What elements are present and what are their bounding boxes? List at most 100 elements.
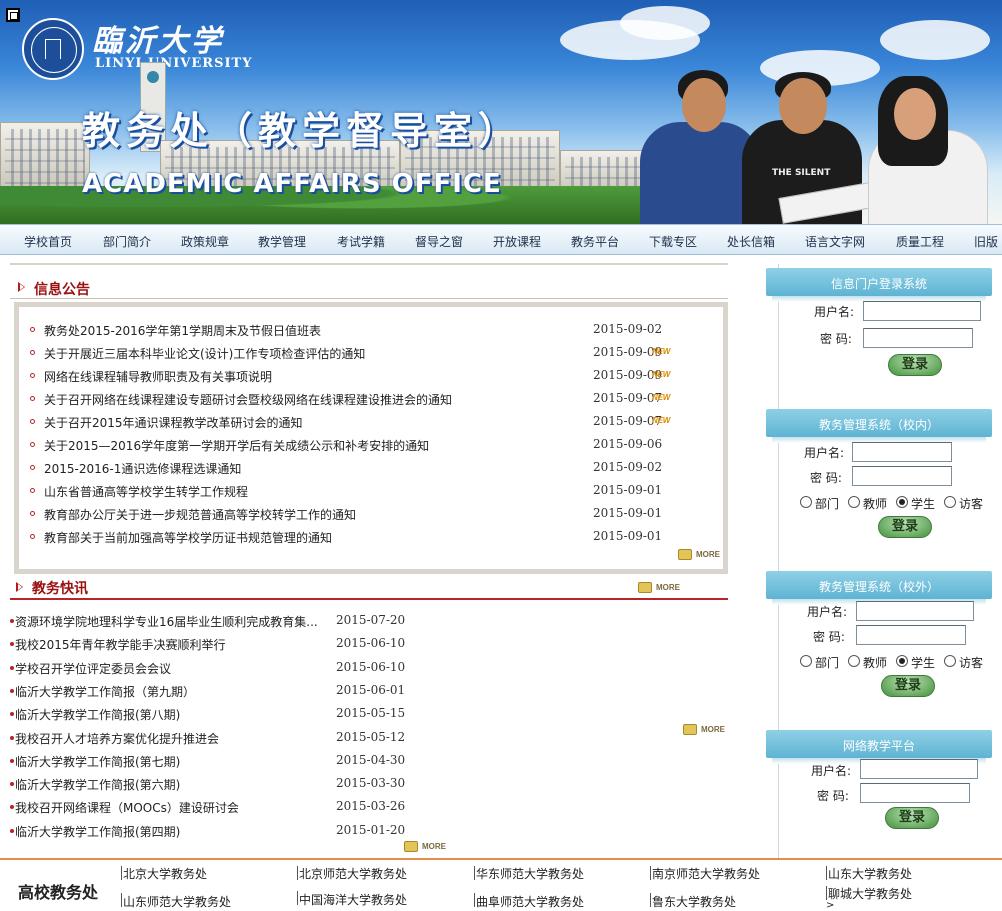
notice-title[interactable]: 关于召开网络在线课程建设专题研讨会暨校级网络在线课程建设推进会的通知	[44, 391, 452, 408]
new-badge-icon: NEW	[652, 416, 671, 425]
external-password-input[interactable]	[856, 625, 966, 645]
notice-title[interactable]: 教育部关于当前加强高等学校学历证书规范管理的通知	[44, 529, 332, 546]
notice-title[interactable]: 关于2015—2016学年度第一学期开学后有关成绩公示和补考安排的通知	[44, 437, 429, 454]
nav-item-quality-project[interactable]: 质量工程	[896, 233, 944, 250]
notice-item[interactable]: 教育部关于当前加强高等学校学历证书规范管理的通知 2015-09-01	[30, 529, 662, 547]
bullet-icon	[30, 488, 35, 493]
role-radio-student[interactable]	[896, 655, 908, 667]
notices-heading: 信息公告	[34, 282, 90, 298]
footer-link-sdu[interactable]: 山东大学教务处	[828, 865, 912, 882]
external-login-button[interactable]: 登录	[881, 675, 935, 697]
bullet-icon	[10, 642, 14, 646]
role-label: 学生	[911, 656, 936, 670]
news-title[interactable]: 我校2015年青年教学能手决赛顺利举行	[15, 636, 226, 653]
notice-title[interactable]: 网络在线课程辅导教师职责及有关事项说明	[44, 368, 272, 385]
footer-link-ldu[interactable]: 鲁东大学教务处	[652, 893, 736, 910]
notice-item[interactable]: 教务处2015-2016学年第1学期周末及节假日值班表 2015-09-02	[30, 322, 662, 340]
link-separator	[121, 866, 122, 880]
nav-item-open-courses[interactable]: 开放课程	[493, 233, 541, 250]
notice-item[interactable]: 关于开展近三届本科毕业论文(设计)工作专项检查评估的通知 2015-09-09 NE…	[30, 345, 670, 363]
footer-link-lcu[interactable]: 聊城大学教务处	[828, 885, 912, 902]
notice-item[interactable]: 山东省普通高等学校学生转学工作规程 2015-09-01	[30, 483, 662, 501]
notice-title[interactable]: 关于开展近三届本科毕业论文(设计)工作专项检查评估的通知	[44, 345, 365, 362]
notice-title[interactable]: 教育部办公厅关于进一步规范普通高等学校转学工作的通知	[44, 506, 356, 523]
portal-password-input[interactable]	[863, 328, 973, 348]
notice-item[interactable]: 教育部办公厅关于进一步规范普通高等学校转学工作的通知 2015-09-01	[30, 506, 662, 524]
internal-login-button[interactable]: 登录	[878, 516, 932, 538]
online-password-input[interactable]	[860, 783, 970, 803]
campus-building	[0, 122, 90, 192]
department-title-cn: 教务处（教学督导室）	[82, 109, 523, 153]
internal-username-input[interactable]	[852, 442, 952, 462]
footer-link-pku[interactable]: 北京大学教务处	[123, 865, 207, 882]
role-radio-teacher[interactable]	[848, 496, 860, 508]
nav-item-supervision[interactable]: 督导之窗	[415, 233, 463, 250]
footer-link-bnu[interactable]: 北京师范大学教务处	[299, 865, 407, 882]
news-title[interactable]: 我校召开网络课程（MOOCs）建设研讨会	[15, 799, 239, 816]
news-item[interactable]: 临沂大学教学工作简报（第九期） 2015-06-01	[10, 683, 410, 701]
notice-item[interactable]: 关于2015—2016学年度第一学期开学后有关成绩公示和补考安排的通知 2015-…	[30, 437, 662, 455]
nav-item-language-site[interactable]: 语言文字网	[805, 233, 865, 250]
role-radio-visitor[interactable]	[944, 496, 956, 508]
notice-date: 2015-09-01	[593, 529, 663, 543]
news-title[interactable]: 临沂大学教学工作简报(第六期)	[15, 776, 180, 793]
news-title[interactable]: 学校召开学位评定委员会会议	[15, 660, 171, 677]
footer-link-ecnu[interactable]: 华东师范大学教务处	[476, 865, 584, 882]
notice-title[interactable]: 教务处2015-2016学年第1学期周末及节假日值班表	[44, 322, 321, 339]
notice-item[interactable]: 关于召开网络在线课程建设专题研讨会暨校级网络在线课程建设推进会的通知 2015-0…	[30, 391, 670, 409]
news-title[interactable]: 临沂大学教学工作简报(第八期)	[15, 706, 180, 723]
nav-item-home[interactable]: 学校首页	[24, 233, 72, 250]
news-item[interactable]: 我校2015年青年教学能手决赛顺利举行 2015-06-10	[10, 636, 410, 654]
news-item[interactable]: 我校召开网络课程（MOOCs）建设研讨会 2015-03-26	[10, 799, 410, 817]
notice-title[interactable]: 2015-2016-1通识选修课程选课通知	[44, 460, 241, 477]
external-username-input[interactable]	[856, 601, 974, 621]
notice-title[interactable]: 关于召开2015年通识课程教学改革研讨会的通知	[44, 414, 303, 431]
nav-item-exams-records[interactable]: 考试学籍	[337, 233, 385, 250]
online-username-input[interactable]	[860, 759, 978, 779]
news-title[interactable]: 我校召开人才培养方案优化提升推进会	[15, 730, 219, 747]
portal-login-button[interactable]: 登录	[888, 354, 942, 376]
news-item[interactable]: 临沂大学教学工作简报(第七期) 2015-04-30	[10, 753, 410, 771]
nav-item-policies[interactable]: 政策规章	[181, 233, 229, 250]
nav-item-about[interactable]: 部门简介	[103, 233, 151, 250]
news-item[interactable]: 临沂大学教学工作简报(第八期) 2015-05-15	[10, 706, 410, 724]
notice-item[interactable]: 2015-2016-1通识选修课程选课通知 2015-09-02	[30, 460, 662, 478]
news-item[interactable]: 资源环境学院地理科学专业16届毕业生顺利完成教育集... 2015-07-20	[10, 613, 410, 631]
role-radio-department[interactable]	[800, 655, 812, 667]
online-login-button[interactable]: 登录	[885, 807, 939, 829]
notice-item[interactable]: 关于召开2015年通识课程教学改革研讨会的通知 2015-09-07 NEW	[30, 414, 670, 432]
news-date: 2015-03-30	[336, 776, 406, 790]
nav-item-downloads[interactable]: 下载专区	[649, 233, 697, 250]
portal-username-input[interactable]	[863, 301, 981, 321]
role-radio-student[interactable]	[896, 496, 908, 508]
footer-link-ouc[interactable]: 中国海洋大学教务处	[299, 891, 407, 908]
login-portal-header: 信息门户登录系统	[766, 268, 992, 302]
notice-title[interactable]: 山东省普通高等学校学生转学工作规程	[44, 483, 248, 500]
news-title[interactable]: 临沂大学教学工作简报(第七期)	[15, 753, 180, 770]
footer-link-qfnu[interactable]: 曲阜师范大学教务处	[476, 893, 584, 910]
news-divider	[10, 598, 728, 600]
news-title[interactable]: 临沂大学教学工作简报（第九期）	[15, 683, 195, 700]
news-item[interactable]: 临沂大学教学工作简报(第四期) 2015-01-20	[10, 823, 410, 841]
notice-item[interactable]: 网络在线课程辅导教师职责及有关事项说明 2015-09-09 NEW	[30, 368, 670, 386]
nav-item-teaching-management[interactable]: 教学管理	[258, 233, 306, 250]
role-radio-teacher[interactable]	[848, 655, 860, 667]
role-radio-department[interactable]	[800, 496, 812, 508]
news-date: 2015-06-10	[336, 636, 406, 650]
internal-password-input[interactable]	[852, 466, 952, 486]
news-item[interactable]: 我校召开人才培养方案优化提升推进会 2015-05-12	[10, 730, 410, 748]
role-label: 教师	[863, 656, 888, 670]
bullet-icon	[10, 805, 14, 809]
role-radio-visitor[interactable]	[944, 655, 956, 667]
nav-item-academic-platform[interactable]: 教务平台	[571, 233, 619, 250]
footer-link-njnu[interactable]: 南京师范大学教务处	[652, 865, 760, 882]
news-title[interactable]: 资源环境学院地理科学专业16届毕业生顺利完成教育集...	[15, 613, 318, 630]
news-item[interactable]: 学校召开学位评定委员会会议 2015-06-10	[10, 660, 410, 678]
footer-link-sdnu[interactable]: 山东师范大学教务处	[123, 893, 231, 910]
nav-item-old-version[interactable]: 旧版	[974, 233, 998, 250]
bullet-icon	[10, 759, 14, 763]
nav-item-director-mailbox[interactable]: 处长信箱	[727, 233, 775, 250]
news-title[interactable]: 临沂大学教学工作简报(第四期)	[15, 823, 180, 840]
footer-more-arrow[interactable]: >	[826, 900, 834, 911]
news-item[interactable]: 临沂大学教学工作简报(第六期) 2015-03-30	[10, 776, 410, 794]
